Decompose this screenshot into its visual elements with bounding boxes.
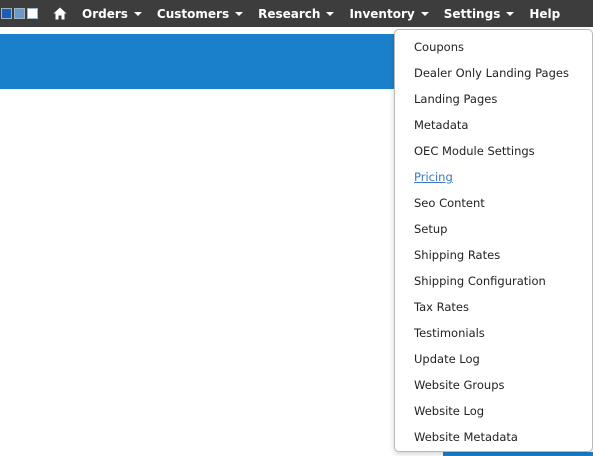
logo-square-medium xyxy=(14,8,25,19)
nav-research[interactable]: Research xyxy=(258,0,335,27)
menu-item-website-log[interactable]: Website Log xyxy=(395,398,592,424)
menu-item-shipping-rates[interactable]: Shipping Rates xyxy=(395,242,592,268)
nav-help-label: Help xyxy=(529,6,561,21)
nav-inventory[interactable]: Inventory xyxy=(349,0,429,27)
nav-settings-label: Settings xyxy=(443,6,501,21)
chevron-down-icon xyxy=(133,12,142,16)
menu-item-pricing[interactable]: Pricing xyxy=(395,164,592,190)
nav-orders[interactable]: Orders xyxy=(82,0,142,27)
menu-item-website-metadata[interactable]: Website Metadata xyxy=(395,424,592,450)
menu-item-metadata[interactable]: Metadata xyxy=(395,112,592,138)
nav-customers[interactable]: Customers xyxy=(156,0,244,27)
nav-settings[interactable]: Settings xyxy=(444,0,515,27)
menu-item-seo-content[interactable]: Seo Content xyxy=(395,190,592,216)
menu-item-oec-module-settings[interactable]: OEC Module Settings xyxy=(395,138,592,164)
menu-item-testimonials[interactable]: Testimonials xyxy=(395,320,592,346)
app-logo[interactable] xyxy=(1,8,40,19)
nav-customers-label: Customers xyxy=(156,6,230,21)
nav-inventory-label: Inventory xyxy=(349,6,415,21)
menu-item-coupons[interactable]: Coupons xyxy=(395,34,592,60)
logo-square-dark xyxy=(1,8,12,19)
menu-item-shipping-configuration[interactable]: Shipping Configuration xyxy=(395,268,592,294)
menu-item-website-groups[interactable]: Website Groups xyxy=(395,372,592,398)
nav-orders-label: Orders xyxy=(82,6,128,21)
menu-item-landing-pages[interactable]: Landing Pages xyxy=(395,86,592,112)
menu-item-dealer-only-landing-pages[interactable]: Dealer Only Landing Pages xyxy=(395,60,592,86)
menu-item-tax-rates[interactable]: Tax Rates xyxy=(395,294,592,320)
logo-square-white xyxy=(27,8,38,19)
page-footer-strip xyxy=(443,452,593,456)
nav-research-label: Research xyxy=(258,6,321,21)
home-button[interactable] xyxy=(53,0,67,27)
chevron-down-icon xyxy=(235,12,244,16)
chevron-down-icon xyxy=(326,12,335,16)
menu-item-update-log[interactable]: Update Log xyxy=(395,346,592,372)
chevron-down-icon xyxy=(420,12,429,16)
nav-help[interactable]: Help xyxy=(529,0,560,27)
settings-dropdown-menu: Coupons Dealer Only Landing Pages Landin… xyxy=(394,29,593,452)
top-navbar: Orders Customers Research Inventory Sett… xyxy=(0,0,593,27)
chevron-down-icon xyxy=(506,12,515,16)
menu-item-setup[interactable]: Setup xyxy=(395,216,592,242)
home-icon xyxy=(53,7,67,20)
